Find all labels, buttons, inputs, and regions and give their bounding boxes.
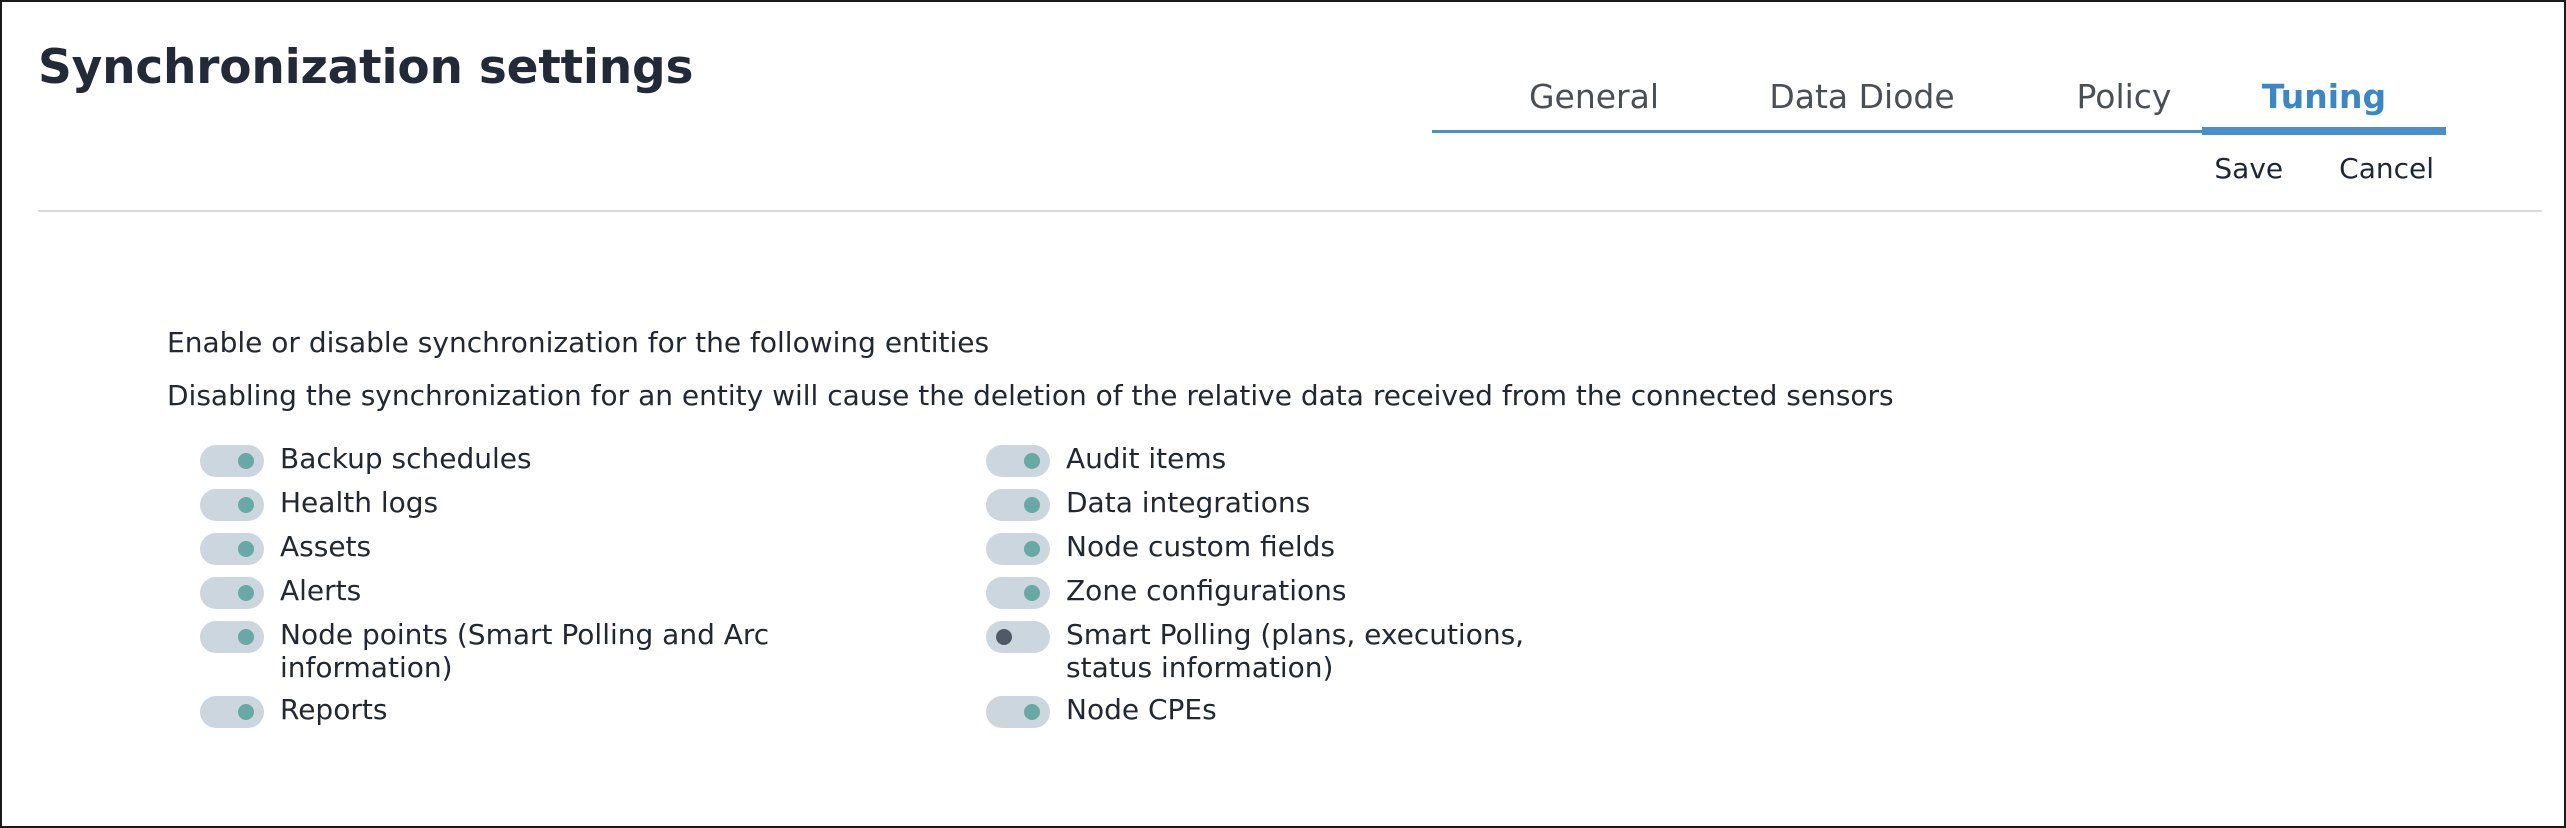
page-title: Synchronization settings (38, 40, 694, 95)
entity-smart-polling: Smart Polling (plans, executions, status… (986, 618, 1606, 684)
form-actions: Save Cancel (2214, 152, 2434, 185)
settings-window: Synchronization settings General Data Di… (0, 0, 2566, 828)
entity-list-left: Backup schedules Health logs Assets Aler… (200, 442, 820, 737)
entity-node-custom-fields: Node custom fields (986, 530, 1606, 565)
entity-label: Health logs (280, 486, 439, 519)
toggle-switch[interactable] (200, 489, 264, 521)
toggle-knob (238, 629, 254, 645)
header-divider (38, 210, 2542, 212)
toggle-knob (1024, 541, 1040, 557)
toggle-knob (238, 453, 254, 469)
toggle-knob (1024, 704, 1040, 720)
entity-list-right: Audit items Data integrations Node custo… (986, 442, 1606, 737)
tab-policy[interactable]: Policy (2014, 72, 2234, 130)
toggle-knob (1024, 497, 1040, 513)
toggle-knob (996, 629, 1012, 645)
toggle-switch[interactable] (986, 696, 1050, 728)
entity-label: Node custom fields (1066, 530, 1335, 563)
cancel-button[interactable]: Cancel (2339, 152, 2434, 185)
entity-data-integrations: Data integrations (986, 486, 1606, 521)
entity-reports: Reports (200, 693, 820, 728)
toggle-switch[interactable] (986, 445, 1050, 477)
toggle-switch[interactable] (986, 577, 1050, 609)
toggle-switch[interactable] (200, 577, 264, 609)
warning-text: Disabling the synchronization for an ent… (167, 379, 1894, 412)
toggle-knob (238, 704, 254, 720)
intro-text: Enable or disable synchronization for th… (167, 326, 990, 359)
entity-label: Zone configurations (1066, 574, 1347, 607)
entity-audit-items: Audit items (986, 442, 1606, 477)
toggle-knob (1024, 453, 1040, 469)
toggle-switch[interactable] (986, 621, 1050, 653)
entity-node-points: Node points (Smart Polling and Arc infor… (200, 618, 820, 684)
entity-assets: Assets (200, 530, 820, 565)
tab-tuning[interactable]: Tuning (2202, 72, 2446, 135)
entity-label: Alerts (280, 574, 362, 607)
toggle-knob (238, 497, 254, 513)
entity-label: Audit items (1066, 442, 1227, 475)
entity-node-cpes: Node CPEs (986, 693, 1606, 728)
tab-data-diode[interactable]: Data Diode (1717, 72, 2007, 130)
entity-zone-configurations: Zone configurations (986, 574, 1606, 609)
entity-label: Data integrations (1066, 486, 1311, 519)
toggle-switch[interactable] (200, 445, 264, 477)
entity-label: Smart Polling (plans, executions, status… (1066, 618, 1525, 684)
toggle-knob (1024, 585, 1040, 601)
entity-label: Backup schedules (280, 442, 532, 475)
entity-label: Node points (Smart Polling and Arc infor… (280, 618, 770, 684)
toggle-switch[interactable] (986, 489, 1050, 521)
toggle-switch[interactable] (200, 696, 264, 728)
entity-label: Reports (280, 693, 388, 726)
tab-bar: General Data Diode Policy Tuning (1432, 72, 2446, 135)
toggle-switch[interactable] (986, 533, 1050, 565)
entity-label: Node CPEs (1066, 693, 1217, 726)
toggle-switch[interactable] (200, 533, 264, 565)
save-button[interactable]: Save (2214, 152, 2283, 185)
tab-general[interactable]: General (1484, 72, 1704, 130)
entity-label: Assets (280, 530, 372, 563)
toggle-knob (238, 541, 254, 557)
entity-backup-schedules: Backup schedules (200, 442, 820, 477)
toggle-switch[interactable] (200, 621, 264, 653)
toggle-knob (238, 585, 254, 601)
entity-alerts: Alerts (200, 574, 820, 609)
entity-health-logs: Health logs (200, 486, 820, 521)
